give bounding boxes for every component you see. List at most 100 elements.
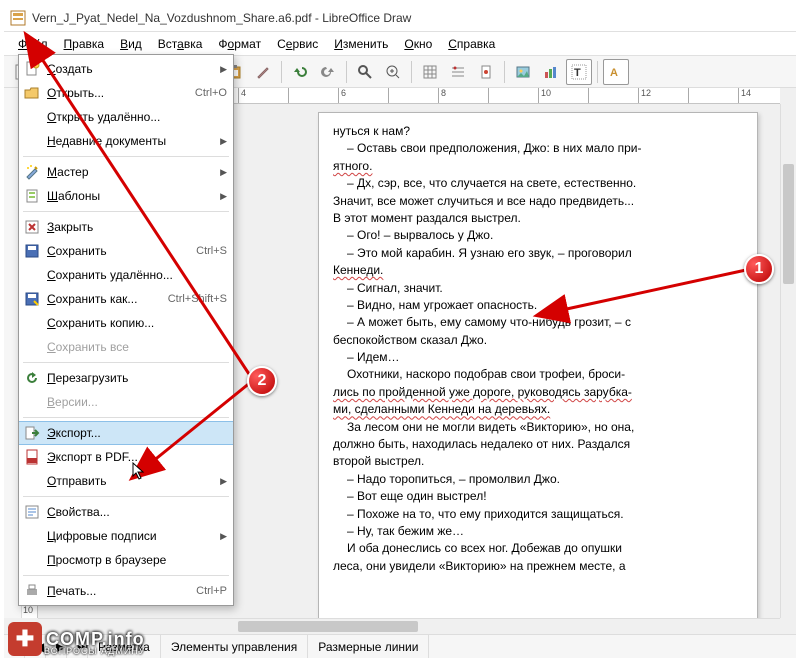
document-line[interactable]: Кеннеди. <box>333 262 743 279</box>
scrollbar-v-thumb[interactable] <box>783 164 794 284</box>
file-menu-сохранить-как-[interactable]: Сохранить как...Ctrl+Shift+S <box>19 287 233 311</box>
file-menu-перезагрузить[interactable]: Перезагрузить <box>19 366 233 390</box>
tool-redo[interactable] <box>315 59 341 85</box>
document-page[interactable]: нуться к нам?– Оставь свои предположения… <box>318 112 758 618</box>
scrollbar-h-thumb[interactable] <box>238 621 418 632</box>
tool-undo[interactable] <box>287 59 313 85</box>
blank-icon <box>23 314 41 332</box>
document-line[interactable]: ятного. <box>333 158 743 175</box>
new-icon <box>23 60 41 78</box>
tool-brush[interactable] <box>250 59 276 85</box>
tab-controls[interactable]: Элементы управления <box>161 635 308 658</box>
document-line[interactable]: – Видно, нам угрожает опасность. <box>333 297 743 314</box>
document-line[interactable]: За лесом они не могли видеть «Викторию»,… <box>333 419 743 436</box>
wizard-icon <box>23 163 41 181</box>
titlebar: Vern_J_Pyat_Nedel_Na_Vozdushnom_Share.a6… <box>4 4 796 32</box>
scrollbar-horizontal[interactable] <box>38 618 780 634</box>
scrollbar-vertical[interactable] <box>780 104 796 618</box>
blank-icon <box>23 527 41 545</box>
document-line[interactable]: Охотники, наскоро подобрав свои трофеи, … <box>333 366 743 383</box>
document-line[interactable]: – А может быть, ему самому что-нибудь гр… <box>333 314 743 331</box>
document-line[interactable]: – Ого! – вырвалось у Джо. <box>333 227 743 244</box>
pdf-icon <box>23 448 41 466</box>
document-line[interactable]: – Оставь свои предположения, Джо: в них … <box>333 140 743 157</box>
menu-tools[interactable]: Сервис <box>269 34 326 54</box>
document-line[interactable]: должно быть, находилась недалеко от них.… <box>333 436 743 453</box>
document-line[interactable]: беспокойством сказал Джо. <box>333 332 743 349</box>
file-menu-экспорт-[interactable]: Экспорт... <box>19 421 233 445</box>
menu-item-label: Печать... <box>47 584 190 598</box>
menu-accel: Ctrl+O <box>195 87 227 99</box>
document-line[interactable]: И оба донеслись со всех ног. Добежав до … <box>333 540 743 557</box>
menu-item-label: Сохранить <box>47 244 190 258</box>
submenu-arrow-icon: ▶ <box>220 191 227 202</box>
document-line[interactable]: – Дх, сэр, все, что случается на свете, … <box>333 175 743 192</box>
document-line[interactable]: леса, они увидели «Викторию» на прежнем … <box>333 558 743 575</box>
file-menu-шаблоны[interactable]: Шаблоны ▶ <box>19 184 233 208</box>
tool-textbox[interactable]: T <box>566 59 592 85</box>
tool-fontwork[interactable]: A <box>603 59 629 85</box>
document-line[interactable]: – Это мой карабин. Я узнаю его звук, – п… <box>333 245 743 262</box>
menu-window[interactable]: Окно <box>396 34 440 54</box>
file-menu-dropdown: Создать▶Открыть...Ctrl+O Открыть удалённо… <box>18 54 234 606</box>
file-menu-создать[interactable]: Создать▶ <box>19 57 233 81</box>
file-menu-сохранить-все: Сохранить все <box>19 335 233 359</box>
tool-glue[interactable] <box>473 59 499 85</box>
menu-help[interactable]: Справка <box>440 34 503 54</box>
tool-grid[interactable] <box>417 59 443 85</box>
file-menu-открыть-удал-нно-[interactable]: Открыть удалённо... <box>19 105 233 129</box>
document-line[interactable]: – Надо торопиться, – промолвил Джо. <box>333 471 743 488</box>
blank-icon <box>23 266 41 284</box>
document-line[interactable]: Значит, все может случиться и все надо п… <box>333 193 743 210</box>
submenu-arrow-icon: ▶ <box>220 64 227 75</box>
file-menu-сохранить-копию-[interactable]: Сохранить копию... <box>19 311 233 335</box>
document-line[interactable]: – Сигнал, значит. <box>333 280 743 297</box>
menu-item-label: Экспорт... <box>47 426 227 440</box>
tool-image[interactable] <box>510 59 536 85</box>
file-menu-закрыть[interactable]: Закрыть <box>19 215 233 239</box>
document-line[interactable]: – Ну, так бежим же… <box>333 523 743 540</box>
tool-zoom[interactable] <box>380 59 406 85</box>
document-line[interactable]: – Вот еще один выстрел! <box>333 488 743 505</box>
menu-item-label: Открыть удалённо... <box>47 110 227 124</box>
menu-edit[interactable]: Правка <box>56 34 113 54</box>
reload-icon <box>23 369 41 387</box>
blank-icon <box>23 472 41 490</box>
document-line[interactable]: лись по пройденной уже дороге, руководяс… <box>333 384 743 401</box>
menu-modify[interactable]: Изменить <box>326 34 396 54</box>
menu-item-label: Просмотр в браузере <box>47 553 227 567</box>
prop-icon <box>23 503 41 521</box>
app-icon <box>10 10 26 26</box>
document-line[interactable]: нуться к нам? <box>333 123 743 140</box>
document-line[interactable]: – Идем… <box>333 349 743 366</box>
menu-format[interactable]: Формат <box>210 34 269 54</box>
file-menu-свойства-[interactable]: Свойства... <box>19 500 233 524</box>
document-line[interactable]: – Похоже на то, что ему приходится защищ… <box>333 506 743 523</box>
file-menu-экспорт-в-pdf-[interactable]: Экспорт в PDF... <box>19 445 233 469</box>
menu-file[interactable]: Файл <box>10 34 56 54</box>
file-menu-отправить[interactable]: Отправить▶ <box>19 469 233 493</box>
annotation-badge-1: 1 <box>744 254 774 284</box>
file-menu-сохранить-удал-нно-[interactable]: Сохранить удалённо... <box>19 263 233 287</box>
menu-item-label: Шаблоны <box>47 189 214 203</box>
menu-insert[interactable]: Вставка <box>150 34 211 54</box>
file-menu-открыть-[interactable]: Открыть...Ctrl+O <box>19 81 233 105</box>
file-menu-печать-[interactable]: Печать...Ctrl+P <box>19 579 233 603</box>
tool-snap[interactable] <box>445 59 471 85</box>
annotation-badge-2: 2 <box>247 366 277 396</box>
tool-chart[interactable] <box>538 59 564 85</box>
file-menu-мастер[interactable]: Мастер▶ <box>19 160 233 184</box>
tool-find[interactable] <box>352 59 378 85</box>
file-menu-просмотр-в-браузере[interactable]: Просмотр в браузере <box>19 548 233 572</box>
document-line[interactable]: ми, сделанными Кеннеди на деревьях. <box>333 401 743 418</box>
document-line[interactable]: В этот момент раздался выстрел. <box>333 210 743 227</box>
tab-dim[interactable]: Размерные линии <box>308 635 429 658</box>
menu-view[interactable]: Вид <box>112 34 150 54</box>
document-line[interactable]: второй выстрел. <box>333 453 743 470</box>
blank-icon <box>23 108 41 126</box>
file-menu-сохранить[interactable]: СохранитьCtrl+S <box>19 239 233 263</box>
menu-item-label: Сохранить копию... <box>47 316 227 330</box>
file-menu-цифровые-подписи[interactable]: Цифровые подписи▶ <box>19 524 233 548</box>
file-menu-недавние-документы[interactable]: Недавние документы▶ <box>19 129 233 153</box>
submenu-arrow-icon: ▶ <box>220 136 227 147</box>
